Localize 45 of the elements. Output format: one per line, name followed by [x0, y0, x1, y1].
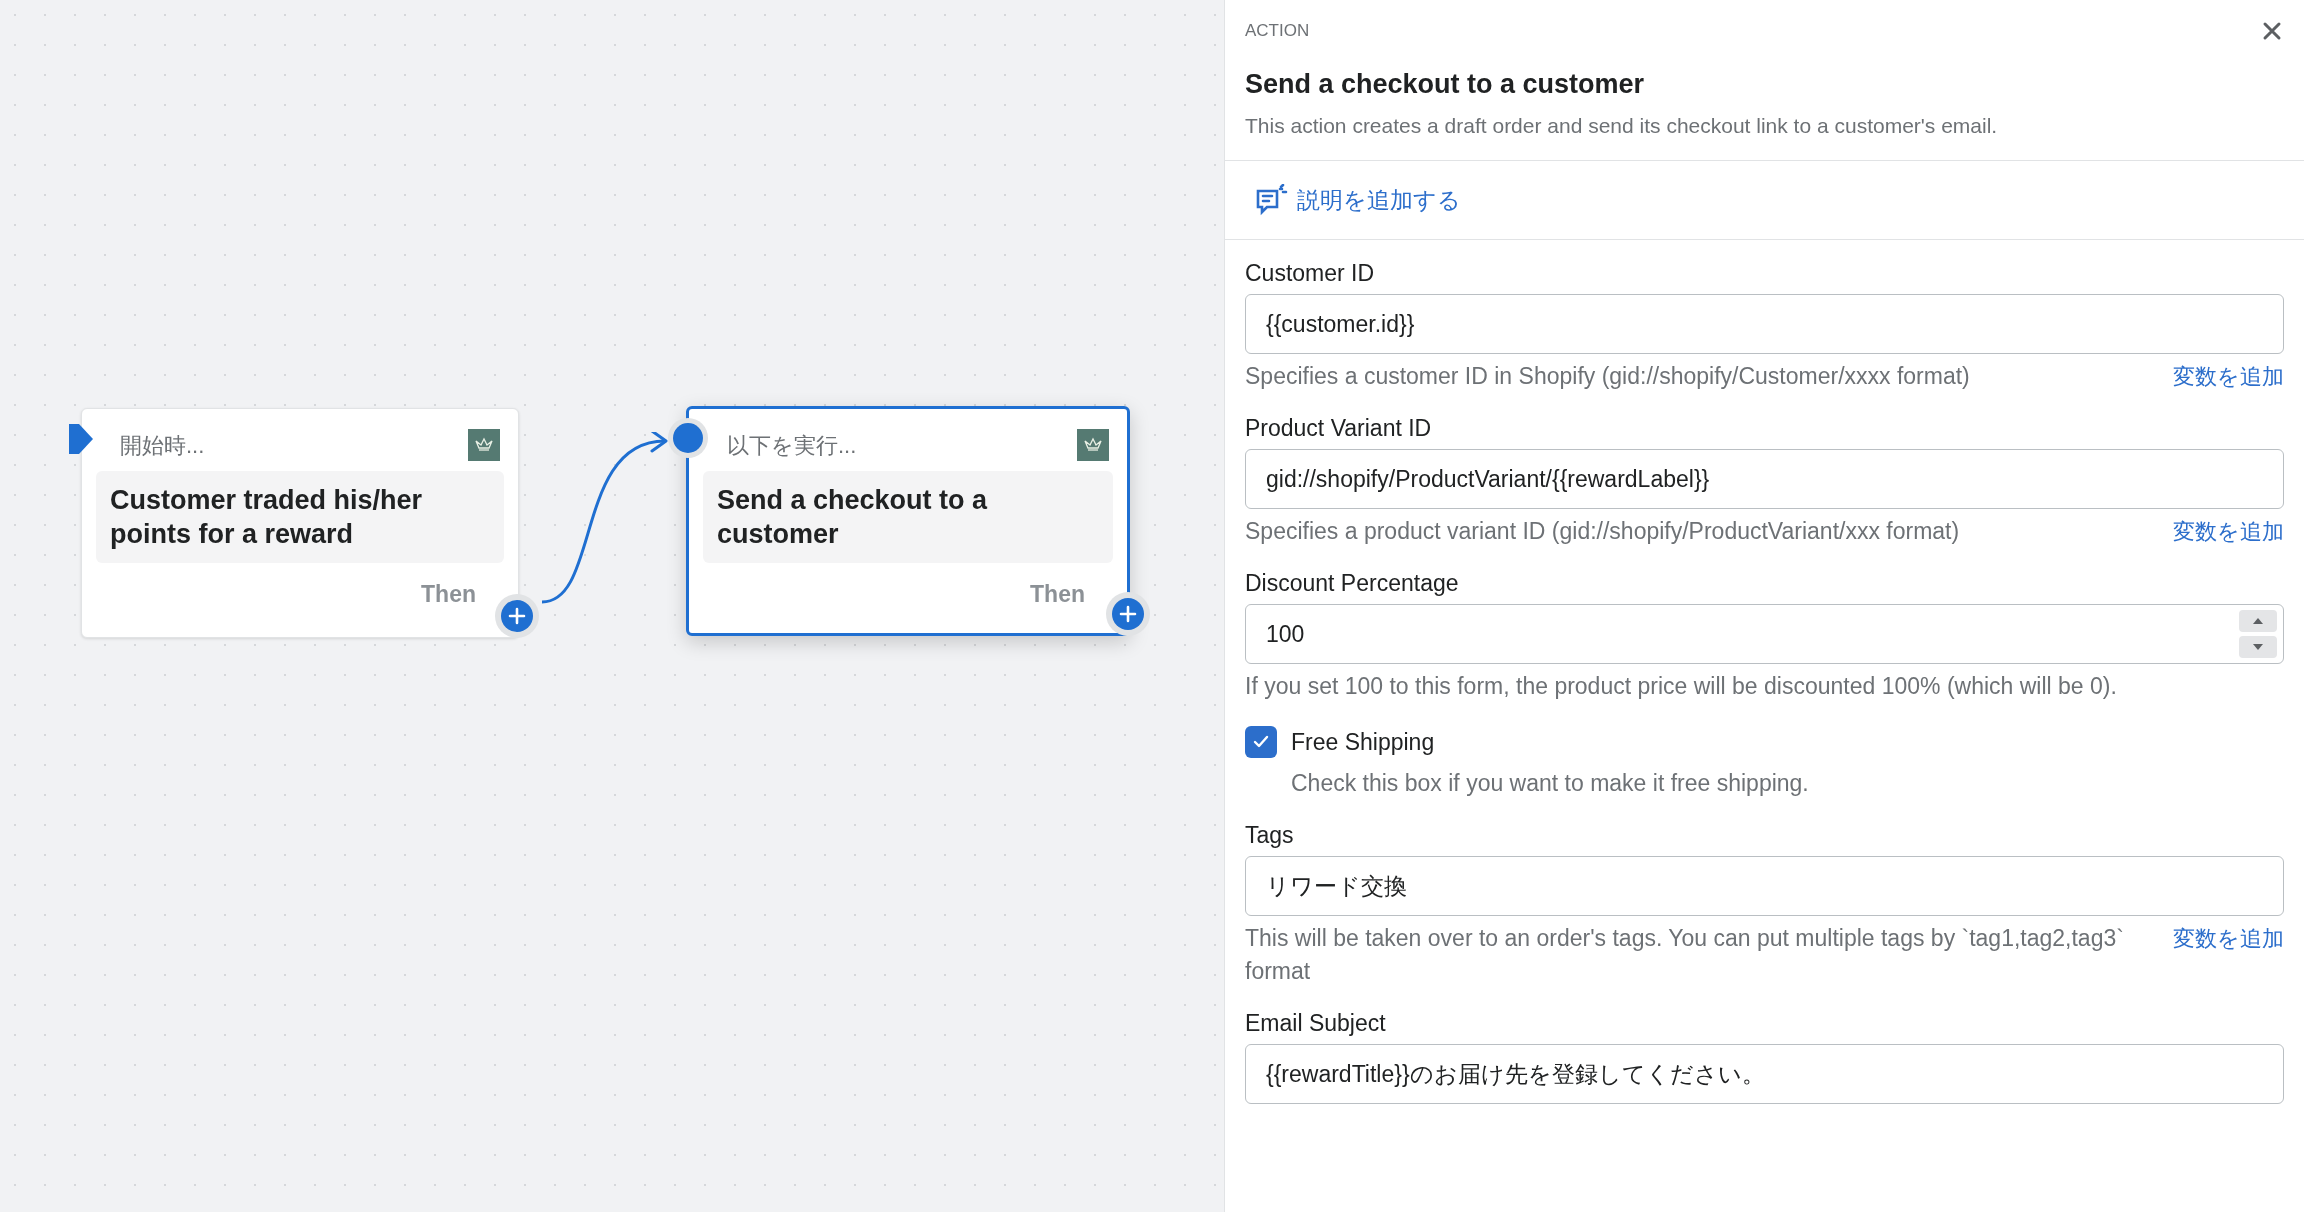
add-step-button[interactable] [1106, 592, 1150, 636]
help-text: If you set 100 to this form, the product price will be discounted 100% (which will be 0). [1245, 672, 2117, 701]
workflow-node[interactable]: 開始時... Customer traded his/her points for a reward Then [81, 408, 519, 638]
node-title-card: Send a checkout to a customer [703, 471, 1113, 563]
add-variable-link[interactable]: 変数を追加 [2173, 515, 2284, 548]
add-variable-link[interactable]: 変数を追加 [2173, 360, 2284, 393]
field-label: Tags [1245, 821, 1295, 850]
add-variable-link[interactable]: 変数を追加 [2173, 922, 2284, 955]
field-label: Product Variant ID [1245, 414, 1433, 443]
field-label: Customer ID [1245, 259, 1376, 288]
caret-down-icon [2253, 644, 2263, 650]
add-description-link[interactable]: 説明を追加する [1255, 182, 1461, 217]
help-text: Specifies a product variant ID (gid://shopify/ProductVariant/xxx format) [1245, 517, 1960, 546]
panel-eyebrow: ACTION [1245, 20, 1310, 42]
crown-icon [468, 429, 500, 461]
trigger-marker-icon [69, 422, 95, 456]
increment-button[interactable] [2239, 610, 2277, 632]
panel-description: This action creates a draft order and send its checkout link to a customer's email. [1245, 113, 1999, 139]
input-field[interactable]: {{rewardTitle}}のお届け先を登録してください。 [1245, 1044, 2284, 1104]
input-field[interactable]: リワード交換 [1245, 856, 2284, 916]
workflow-node[interactable]: 以下を実行... Send a checkout to a customer Then [686, 406, 1130, 636]
plus-icon [1118, 604, 1138, 624]
panel-title: Send a checkout to a customer [1245, 67, 1646, 101]
input-field[interactable]: 100 [1245, 604, 2284, 664]
plus-icon [507, 606, 527, 626]
caret-up-icon [2253, 618, 2263, 624]
checkbox-label: Free Shipping [1291, 728, 1435, 757]
help-text: This will be taken over to an order's tags. You can put multiple tags by `tag1,tag2,tag3` format [1245, 924, 2125, 986]
decrement-button[interactable] [2239, 636, 2277, 658]
checkbox[interactable] [1245, 726, 1277, 759]
crown-icon [1077, 429, 1109, 461]
then-label: Then [421, 580, 476, 609]
node-header: 開始時... [120, 431, 205, 460]
node-header: 以下を実行... [727, 431, 857, 460]
add-step-button[interactable] [495, 594, 539, 638]
help-text: Specifies a customer ID in Shopify (gid://shopify/Customer/xxxx format) [1245, 362, 1970, 391]
input-field[interactable]: {{customer.id}} [1245, 294, 2284, 354]
input-port-icon[interactable] [668, 418, 708, 458]
help-text: Check this box if you want to make it free shipping. [1291, 768, 1810, 798]
field-label: Discount Percentage [1245, 569, 1460, 598]
then-label: Then [1030, 580, 1085, 609]
field-label: Email Subject [1245, 1009, 1387, 1038]
input-field[interactable]: gid://shopify/ProductVariant/{{rewardLabel}} [1245, 449, 2284, 509]
node-title-card: Customer traded his/her points for a reward [96, 471, 504, 563]
comment-icon [1255, 183, 1289, 216]
